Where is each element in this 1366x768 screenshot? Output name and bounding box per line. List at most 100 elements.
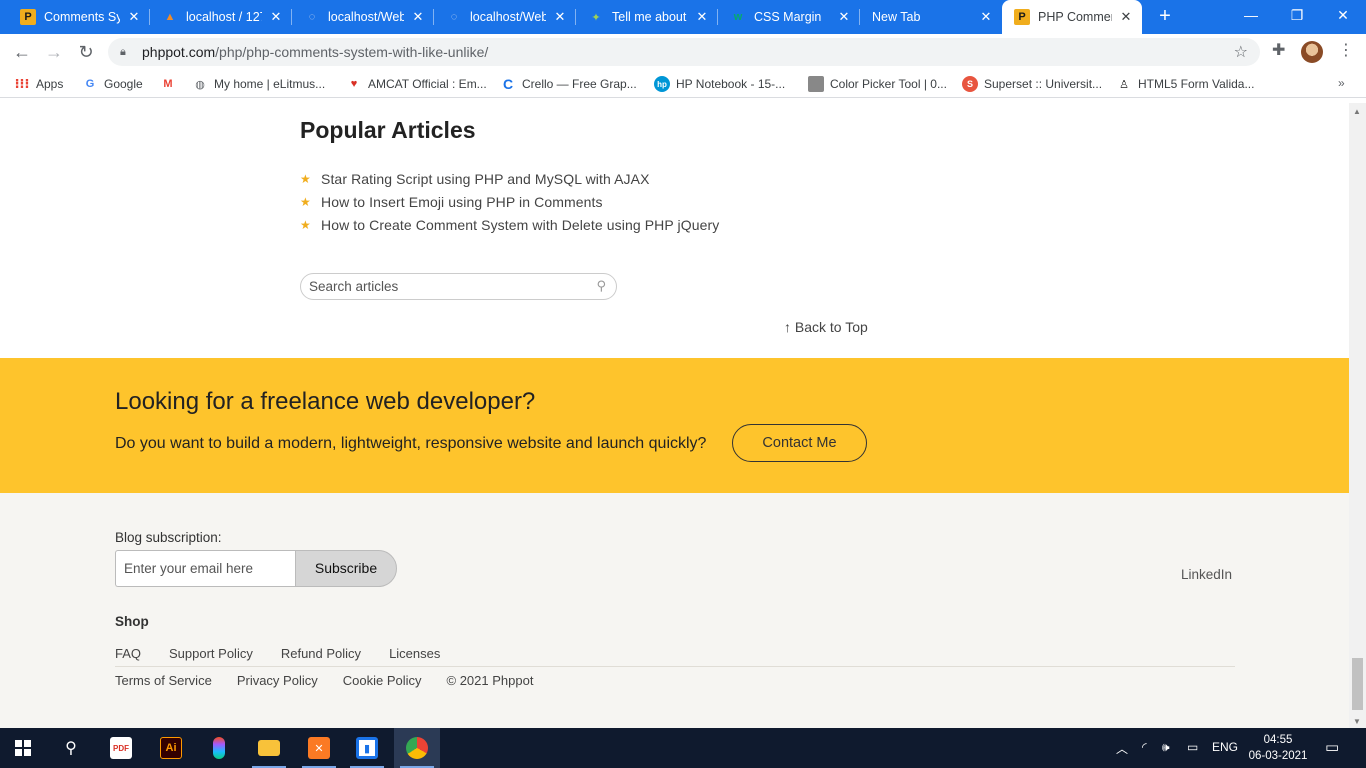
faq-link[interactable]: FAQ (115, 646, 141, 661)
xampp-icon[interactable]: ✕ (296, 728, 342, 768)
windows-start-icon[interactable] (0, 728, 46, 768)
volume-icon[interactable]: 🕪︎ (1162, 740, 1170, 755)
bookmark-apps[interactable]: ⁝⁝⁝ Apps (14, 76, 64, 92)
subscription-label: Blog subscription: (115, 530, 222, 545)
bookmark-superset[interactable]: S Superset :: Universit... (962, 76, 1102, 92)
bookmark-star-icon[interactable]: ☆ (1234, 42, 1248, 62)
back-to-top-link[interactable]: ↑ Back to Top (784, 319, 868, 335)
bookmark-label: Google (104, 77, 143, 91)
close-icon[interactable]: ✕ (268, 9, 284, 25)
menu-kebab-icon[interactable]: ⋮ (1338, 40, 1354, 60)
bookmark-crello[interactable]: C Crello — Free Grap... (500, 76, 637, 92)
browser-tab[interactable]: New Tab ✕ (860, 0, 1002, 34)
close-icon[interactable]: ✕ (978, 9, 994, 25)
browser-toolbar: ← → ↻ 🔒︎ phppot.com/php/php-comments-sys… (0, 34, 1366, 70)
browser-tab[interactable]: ◌ localhost/Web ✕ (434, 0, 576, 34)
scroll-up-icon[interactable]: ▲ (1353, 107, 1361, 116)
page-scrollbar[interactable]: ▲ ▼ (1349, 103, 1366, 728)
popular-articles-list: ★ Star Rating Script using PHP and MySQL … (300, 167, 719, 236)
globe-icon: ◍ (195, 78, 205, 91)
battery-icon[interactable]: ▭ (1187, 740, 1198, 754)
bookmark-elitmus[interactable]: ◍ My home | eLitmus... (192, 76, 325, 92)
apps-grid-icon: ⁝⁝⁝ (14, 76, 30, 91)
close-window-icon[interactable]: ✕ (1320, 0, 1366, 30)
search-icon[interactable]: ⚲ (596, 278, 606, 294)
taskbar-clock[interactable]: 04:55 06-03-2021 (1248, 732, 1308, 764)
lock-icon: 🔒︎ (120, 45, 126, 58)
illustrator-icon[interactable]: Ai (148, 728, 194, 768)
bookmark-amcat[interactable]: ♥ AMCAT Official : Em... (346, 76, 487, 92)
support-policy-link[interactable]: Support Policy (169, 646, 253, 661)
cookie-policy-link[interactable]: Cookie Policy (343, 673, 422, 688)
star-icon: ★ (300, 171, 311, 186)
star-icon: ★ (300, 194, 311, 209)
close-icon[interactable]: ✕ (126, 9, 142, 25)
tab-title: localhost/Web (328, 10, 404, 24)
privacy-policy-link[interactable]: Privacy Policy (237, 673, 318, 688)
linkedin-link[interactable]: LinkedIn (1181, 567, 1232, 582)
file-explorer-icon[interactable] (246, 728, 292, 768)
search-input[interactable] (309, 279, 579, 294)
wifi-icon[interactable]: ◜ (1142, 740, 1147, 754)
address-bar[interactable]: 🔒︎ phppot.com/php/php-comments-system-wi… (108, 38, 1260, 66)
browser-tab-active[interactable]: P PHP Comment ✕ (1002, 0, 1142, 34)
licenses-link[interactable]: Licenses (389, 646, 440, 661)
email-field[interactable] (115, 550, 296, 587)
scroll-down-icon[interactable]: ▼ (1353, 717, 1361, 726)
phppot-favicon-icon: P (1014, 9, 1030, 25)
tab-title: Comments Sys (44, 10, 120, 24)
site-footer: Blog subscription: Subscribe LinkedIn Sh… (0, 493, 1349, 728)
bookmark-google[interactable]: G Google (82, 76, 143, 92)
chevron-up-icon[interactable]: ︿ (1116, 740, 1128, 757)
tab-title: PHP Comment (1038, 10, 1112, 24)
list-item[interactable]: ★ How to Create Comment System with Delet… (300, 213, 719, 236)
close-icon[interactable]: ✕ (1118, 9, 1134, 25)
contact-me-button[interactable]: Contact Me (732, 424, 867, 462)
footer-links-row: FAQ Support Policy Refund Policy License… (115, 646, 468, 661)
figma-icon[interactable] (196, 728, 242, 768)
scrollbar-thumb[interactable] (1352, 658, 1363, 710)
close-icon[interactable]: ✕ (410, 9, 426, 25)
bookmark-label: HP Notebook - 15-... (676, 77, 786, 91)
restore-icon[interactable]: ❐ (1274, 0, 1320, 30)
back-arrow-icon[interactable]: ← (10, 40, 34, 64)
browser-tab[interactable]: ◌ localhost/Web ✕ (292, 0, 434, 34)
article-link[interactable]: Star Rating Script using PHP and MySQL w… (321, 171, 650, 187)
banner-text: Do you want to build a modern, lightweig… (115, 435, 707, 452)
profile-avatar[interactable] (1301, 41, 1323, 63)
bookmark-hp[interactable]: hp HP Notebook - 15-... (654, 76, 785, 92)
forward-arrow-icon[interactable]: → (42, 40, 66, 64)
reload-icon[interactable]: ↻ (74, 40, 98, 64)
terms-link[interactable]: Terms of Service (115, 673, 212, 688)
browser-tab[interactable]: w CSS Margin ✕ (718, 0, 860, 34)
bookmark-gmail[interactable]: M (160, 76, 182, 92)
browser-tab[interactable]: ✦ Tell me about y ✕ (576, 0, 718, 34)
bookmark-label: AMCAT Official : Em... (368, 77, 487, 91)
list-item[interactable]: ★ How to Insert Emoji using PHP in Commen… (300, 190, 719, 213)
notifications-icon[interactable]: ▭ (1325, 738, 1339, 756)
close-icon[interactable]: ✕ (552, 9, 568, 25)
close-icon[interactable]: ✕ (836, 9, 852, 25)
bookmark-html5[interactable]: ♙ HTML5 Form Valida... (1116, 76, 1254, 92)
close-icon[interactable]: ✕ (694, 9, 710, 25)
bookmarks-overflow-icon[interactable]: » (1338, 76, 1345, 90)
language-indicator[interactable]: ENG (1212, 740, 1238, 754)
article-link[interactable]: How to Create Comment System with Delete… (321, 217, 719, 233)
bookmark-colorpicker[interactable]: Color Picker Tool | 0... (808, 76, 947, 92)
pdf-icon[interactable]: PDF (98, 728, 144, 768)
chrome-icon[interactable] (394, 728, 440, 768)
app-icon[interactable]: ▮ (344, 728, 390, 768)
list-item[interactable]: ★ Star Rating Script using PHP and MySQL … (300, 167, 719, 190)
new-tab-plus-icon[interactable]: + (1152, 4, 1178, 30)
refund-policy-link[interactable]: Refund Policy (281, 646, 361, 661)
browser-tab[interactable]: ▲ localhost / 127 ✕ (150, 0, 292, 34)
subscribe-button[interactable]: Subscribe (295, 550, 397, 587)
minimize-icon[interactable]: — (1228, 0, 1274, 30)
gmail-icon: M (163, 78, 173, 90)
extensions-puzzle-icon[interactable]: ✚ (1272, 40, 1285, 60)
search-icon[interactable]: ⚲ (48, 728, 94, 768)
article-link[interactable]: How to Insert Emoji using PHP in Comment… (321, 194, 603, 210)
browser-tab[interactable]: P Comments Sys ✕ (8, 0, 150, 34)
search-articles-box: ⚲ (300, 273, 617, 300)
article-sidebar-section: Popular Articles ★ Star Rating Script usi… (0, 103, 1349, 358)
